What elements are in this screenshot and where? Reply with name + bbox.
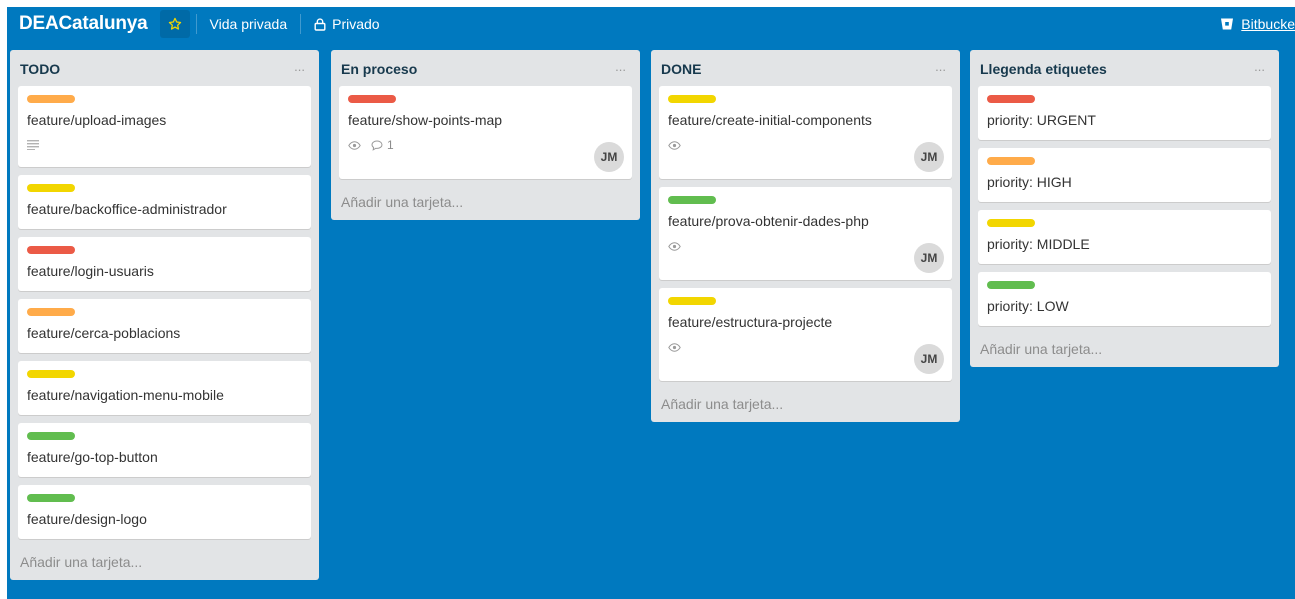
- list-title[interactable]: En proceso: [341, 61, 417, 77]
- card-title: feature/upload-images: [27, 112, 167, 128]
- label-green: [27, 494, 75, 502]
- avatar[interactable]: JM: [914, 344, 944, 374]
- watch-badge: [348, 140, 361, 150]
- card[interactable]: feature/navigation-menu-mobile: [18, 361, 311, 415]
- card[interactable]: feature/login-usuaris: [18, 237, 311, 291]
- label-yellow: [27, 184, 75, 192]
- card-title: feature/show-points-map: [348, 112, 503, 128]
- list-menu-icon[interactable]: ...: [935, 59, 946, 74]
- list-todo: TODO ... feature/upload-images feature/b…: [10, 50, 319, 580]
- comment-icon: [371, 139, 383, 151]
- list-menu-icon[interactable]: ...: [615, 59, 626, 74]
- label-orange: [987, 157, 1035, 165]
- card-title: feature/go-top-button: [27, 449, 158, 465]
- description-icon: [27, 140, 39, 150]
- add-card-button[interactable]: Añadir una tarjeta...: [10, 547, 319, 580]
- bitbucket-link[interactable]: Bitbucke: [1220, 7, 1295, 41]
- card-title: feature/design-logo: [27, 511, 147, 527]
- list-header: En proceso ...: [331, 50, 640, 86]
- list-title[interactable]: DONE: [661, 61, 701, 77]
- lock-icon: [314, 17, 326, 31]
- eye-icon: [668, 241, 681, 251]
- card[interactable]: feature/create-initial-components JM: [659, 86, 952, 179]
- list-llegenda-etiquetes: Llegenda etiquetes ... priority: URGENT …: [970, 50, 1279, 367]
- card-title: feature/backoffice-administrador: [27, 201, 227, 217]
- eye-icon: [668, 140, 681, 150]
- label-yellow: [987, 219, 1035, 227]
- label-yellow: [668, 297, 716, 305]
- card[interactable]: feature/design-logo: [18, 485, 311, 539]
- comment-count: 1: [387, 138, 394, 152]
- visibility-label: Privado: [332, 16, 380, 32]
- card-title: priority: URGENT: [987, 112, 1096, 128]
- star-icon: [168, 17, 181, 30]
- card[interactable]: feature/go-top-button: [18, 423, 311, 477]
- list-en-proceso: En proceso ... feature/show-points-map 1…: [331, 50, 640, 220]
- label-yellow: [27, 370, 75, 378]
- card-title: priority: LOW: [987, 298, 1069, 314]
- label-green: [668, 196, 716, 204]
- comments-badge: 1: [371, 138, 394, 152]
- list-menu-icon[interactable]: ...: [1254, 59, 1265, 74]
- eye-icon: [348, 140, 361, 150]
- bitbucket-label: Bitbucke: [1241, 16, 1295, 32]
- avatar[interactable]: JM: [914, 142, 944, 172]
- list-header: Llegenda etiquetes ...: [970, 50, 1279, 86]
- header-divider: [300, 14, 302, 34]
- list-title[interactable]: Llegenda etiquetes: [980, 61, 1107, 77]
- label-green: [27, 432, 75, 440]
- visibility-button[interactable]: Privado: [307, 11, 386, 37]
- label-orange: [27, 95, 75, 103]
- label-green: [987, 281, 1035, 289]
- card[interactable]: feature/upload-images: [18, 86, 311, 167]
- label-red: [348, 95, 396, 103]
- card-title: priority: HIGH: [987, 174, 1072, 190]
- label-red: [987, 95, 1035, 103]
- card[interactable]: feature/prova-obtenir-dades-php JM: [659, 187, 952, 280]
- list-header: DONE ...: [651, 50, 960, 86]
- add-card-button[interactable]: Añadir una tarjeta...: [970, 334, 1279, 367]
- card[interactable]: feature/cerca-poblacions: [18, 299, 311, 353]
- card[interactable]: feature/show-points-map 1 JM: [339, 86, 632, 179]
- card[interactable]: feature/backoffice-administrador: [18, 175, 311, 229]
- card[interactable]: feature/estructura-projecte JM: [659, 288, 952, 381]
- board-name[interactable]: DEACatalunya: [11, 9, 156, 39]
- team-visibility-button[interactable]: Vida privada: [203, 11, 295, 37]
- card-title: feature/login-usuaris: [27, 263, 154, 279]
- board: DEACatalunya Vida privada Privado Bitbuc…: [7, 7, 1295, 599]
- card-title: feature/navigation-menu-mobile: [27, 387, 224, 403]
- card-title: priority: MIDDLE: [987, 236, 1090, 252]
- board-header: DEACatalunya Vida privada Privado Bitbuc…: [7, 7, 1295, 41]
- avatar[interactable]: JM: [914, 243, 944, 273]
- list-header: TODO ...: [10, 50, 319, 86]
- card[interactable]: priority: HIGH: [978, 148, 1271, 202]
- header-divider: [195, 14, 197, 34]
- list-menu-icon[interactable]: ...: [294, 59, 305, 74]
- card[interactable]: priority: URGENT: [978, 86, 1271, 140]
- team-visibility-label: Vida privada: [209, 16, 288, 32]
- bitbucket-icon: [1221, 18, 1234, 30]
- card-title: feature/estructura-projecte: [668, 314, 833, 330]
- add-card-button[interactable]: Añadir una tarjeta...: [331, 187, 640, 220]
- eye-icon: [668, 342, 681, 352]
- card[interactable]: priority: LOW: [978, 272, 1271, 326]
- list-done: DONE ... feature/create-initial-componen…: [651, 50, 960, 422]
- label-yellow: [668, 95, 716, 103]
- card-title: feature/create-initial-components: [668, 112, 872, 128]
- list-title[interactable]: TODO: [20, 61, 60, 77]
- card-title: feature/prova-obtenir-dades-php: [668, 213, 869, 229]
- label-red: [27, 246, 75, 254]
- add-card-button[interactable]: Añadir una tarjeta...: [651, 389, 960, 422]
- label-orange: [27, 308, 75, 316]
- card[interactable]: priority: MIDDLE: [978, 210, 1271, 264]
- avatar[interactable]: JM: [594, 142, 624, 172]
- card-title: feature/cerca-poblacions: [27, 325, 181, 341]
- star-button[interactable]: [159, 10, 190, 38]
